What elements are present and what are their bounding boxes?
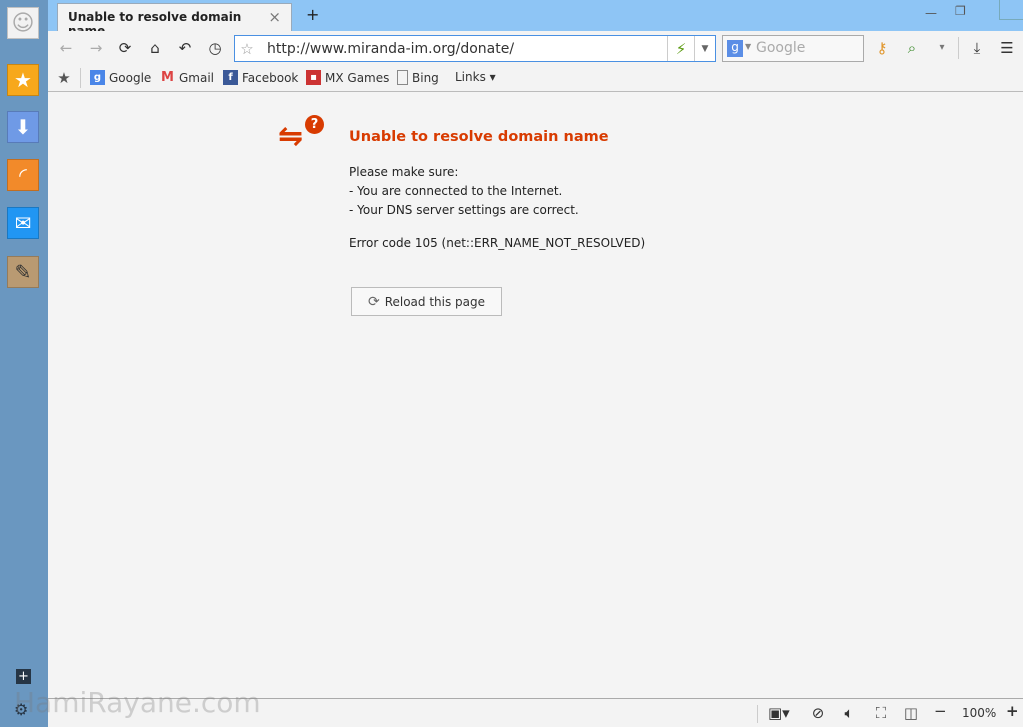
sound-icon[interactable]: 🔈︎ [839, 704, 859, 722]
split-view-icon[interactable]: ◫ [901, 704, 921, 722]
history-clock-icon[interactable]: ◷ [205, 39, 225, 57]
password-key-icon[interactable]: ⚷ [872, 39, 892, 57]
bookmark-gmail[interactable]: M Gmail [160, 70, 214, 85]
home-icon[interactable]: ⌂ [145, 39, 165, 57]
bookmarks-bar: ★ g Google M Gmail f Facebook ▪ MX Games Bin… [48, 64, 1023, 92]
error-intro: Please make sure: [349, 165, 459, 179]
profile-avatar[interactable]: ☺ [7, 7, 39, 39]
mx-games-icon: ▪ [306, 70, 321, 85]
block-popups-icon[interactable]: ⊘ [808, 704, 828, 722]
bookmark-mx-games[interactable]: ▪ MX Games [306, 70, 389, 85]
minimize-button[interactable]: — [925, 6, 937, 20]
forward-icon[interactable]: → [86, 39, 106, 57]
notepad-icon[interactable]: ✎ [7, 256, 39, 288]
bookmark-facebook[interactable]: f Facebook [223, 70, 298, 85]
zoom-in-button[interactable]: + [1006, 702, 1019, 720]
search-input[interactable]: Google [756, 40, 805, 56]
google-icon: g [90, 70, 105, 85]
rss-icon[interactable]: ◜ [7, 159, 39, 191]
address-dropdown-icon[interactable]: ▼ [695, 40, 715, 58]
new-tab-button[interactable]: + [306, 5, 319, 24]
reload-page-button[interactable]: ⟳ Reload this page [351, 287, 502, 316]
toolbar: ← → ⟳ ⌂ ↶ ◷ ☆ http://www.miranda-im.org/… [48, 31, 1023, 64]
download-icon[interactable]: ⬇ [7, 111, 39, 143]
zoom-out-button[interactable]: − [934, 702, 947, 720]
restore-button[interactable]: ❐ [955, 4, 966, 18]
magnifier-icon[interactable]: ⌕ [902, 39, 922, 57]
url-input[interactable]: http://www.miranda-im.org/donate/ [267, 41, 514, 57]
search-box[interactable]: g ▼ Google [722, 35, 864, 62]
error-code: Error code 105 (net::ERR_NAME_NOT_RESOLV… [349, 236, 646, 250]
main-menu-icon[interactable]: ☰ [997, 39, 1017, 57]
fullscreen-icon[interactable]: ⛶ [871, 704, 891, 722]
tab-close-icon[interactable]: × [268, 8, 281, 26]
watermark: HamiRayane.com [14, 686, 261, 719]
close-window-button[interactable]: ✕ [999, 0, 1023, 20]
reload-icon: ⟳ [367, 293, 380, 310]
refresh-icon[interactable]: ⟳ [115, 39, 135, 57]
question-badge-icon: ? [305, 115, 324, 134]
page-icon [397, 70, 408, 85]
google-engine-icon[interactable]: g [727, 40, 743, 57]
back-icon[interactable]: ← [56, 39, 76, 57]
error-item: - Your DNS server settings are correct. [349, 203, 579, 217]
address-bar[interactable]: ☆ http://www.miranda-im.org/donate/ ⚡ ▼ [234, 35, 716, 62]
error-title: Unable to resolve domain name [349, 129, 609, 145]
bookmark-google[interactable]: g Google [90, 70, 151, 85]
zoom-level: 100% [962, 706, 997, 720]
favorites-star-icon[interactable]: ★ [7, 64, 39, 96]
bookmark-links-folder[interactable]: Links ▾ [455, 70, 496, 84]
gmail-icon: M [161, 70, 174, 85]
add-icon[interactable]: + [16, 669, 31, 684]
bookmark-bing[interactable]: Bing [397, 70, 439, 85]
downloads-icon[interactable]: ⤓ [967, 39, 987, 57]
undo-icon[interactable]: ↶ [175, 39, 195, 57]
mx-notes-icon[interactable]: ✉ [7, 207, 39, 239]
network-error-icon: ⇋ [278, 119, 304, 154]
facebook-icon: f [223, 70, 238, 85]
error-item: - You are connected to the Internet. [349, 184, 563, 198]
tab-active[interactable]: Unable to resolve domain name × [57, 3, 292, 38]
menu-dropdown-icon[interactable]: ▾ [932, 39, 952, 57]
bookmark-star-icon[interactable]: ☆ [237, 40, 257, 58]
connection-plug-icon[interactable]: ⚡ [671, 40, 691, 58]
page-content: ⇋ ? Unable to resolve domain name Please… [48, 92, 1023, 698]
sidebar: ☺ ★ ⬇ ◜ ✉ ✎ + ⚙ [0, 0, 48, 727]
activity-monitor-icon[interactable]: ▣▾ [768, 704, 790, 722]
bookmarks-star-icon[interactable]: ★ [54, 69, 74, 87]
